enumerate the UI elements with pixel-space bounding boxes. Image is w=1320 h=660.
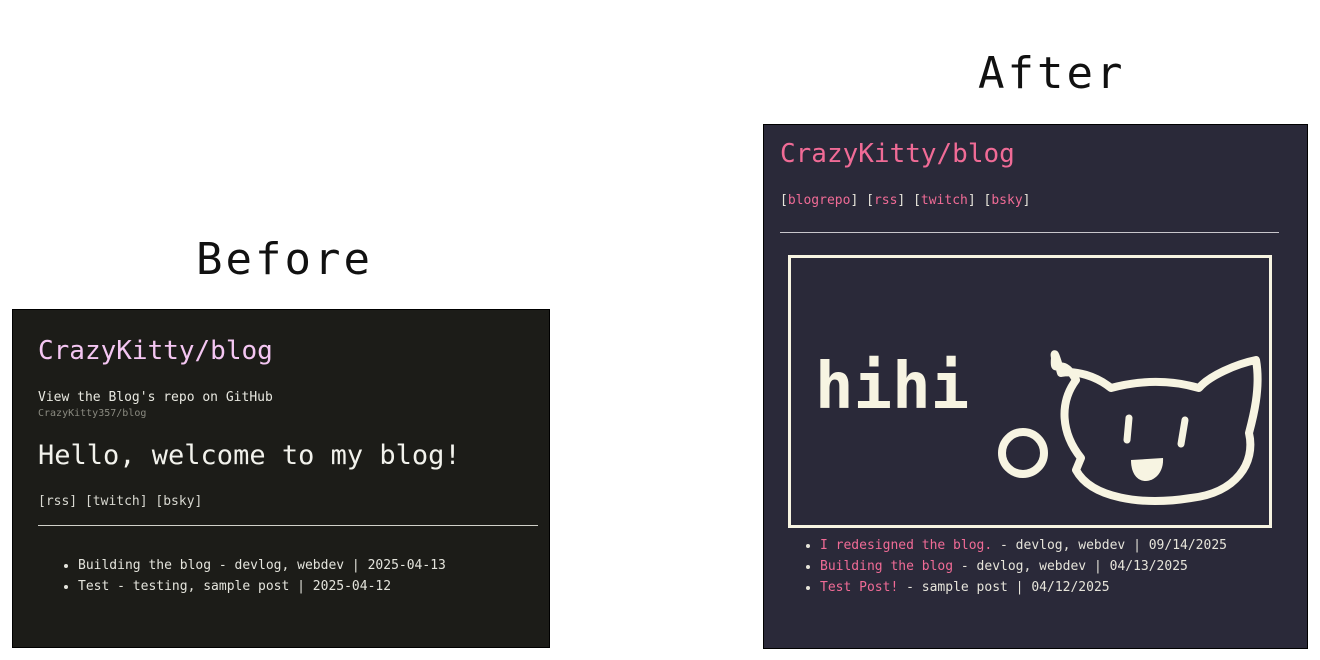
banner-text: hihi <box>815 350 969 424</box>
post-link[interactable]: Building the blog <box>820 559 953 574</box>
after-screenshot: CrazyKitty/blog [blogrepo] [rss] [twitch… <box>763 124 1308 649</box>
site-title[interactable]: CrazyKitty/blog <box>38 336 273 366</box>
post-link[interactable]: Test Post! <box>820 580 898 595</box>
before-caption: Before <box>196 234 373 285</box>
repo-link[interactable]: View the Blog's repo on GitHub <box>38 390 273 405</box>
post-list: Building the blog - devlog, webdev | 202… <box>38 555 446 597</box>
cat-drawing-icon: hihi <box>815 350 1262 505</box>
before-screenshot: CrazyKitty/blog View the Blog's repo on … <box>12 309 550 648</box>
banner-image: hihi <box>788 255 1272 528</box>
post-link[interactable]: I redesigned the blog. <box>820 538 992 553</box>
post-meta: - devlog, webdev | 04/13/2025 <box>953 559 1188 574</box>
blogrepo-link[interactable]: blogrepo <box>788 193 851 208</box>
after-caption: After <box>978 48 1126 99</box>
divider <box>780 232 1279 233</box>
post-item: I redesigned the blog. - devlog, webdev … <box>820 535 1260 556</box>
post-item[interactable]: Building the blog - devlog, webdev | 202… <box>78 555 446 576</box>
post-meta: - sample post | 04/12/2025 <box>898 580 1110 595</box>
repo-subtitle: CrazyKitty357/blog <box>38 408 147 419</box>
post-list: I redesigned the blog. - devlog, webdev … <box>780 535 1260 598</box>
post-item[interactable]: Test - testing, sample post | 2025-04-12 <box>78 576 446 597</box>
twitch-link[interactable]: twitch <box>921 193 968 208</box>
bsky-link[interactable]: bsky <box>991 193 1022 208</box>
post-meta: - devlog, webdev | 09/14/2025 <box>992 538 1227 553</box>
social-links[interactable]: [rss] [twitch] [bsky] <box>38 494 202 509</box>
rss-link[interactable]: rss <box>874 193 897 208</box>
site-title[interactable]: CrazyKitty/blog <box>780 139 1015 169</box>
divider <box>38 525 538 526</box>
post-item: Building the blog - devlog, webdev | 04/… <box>820 556 1260 577</box>
welcome-heading: Hello, welcome to my blog! <box>38 440 461 471</box>
nav-links: [blogrepo] [rss] [twitch] [bsky] <box>780 193 1031 208</box>
post-item: Test Post! - sample post | 04/12/2025 <box>820 577 1260 598</box>
